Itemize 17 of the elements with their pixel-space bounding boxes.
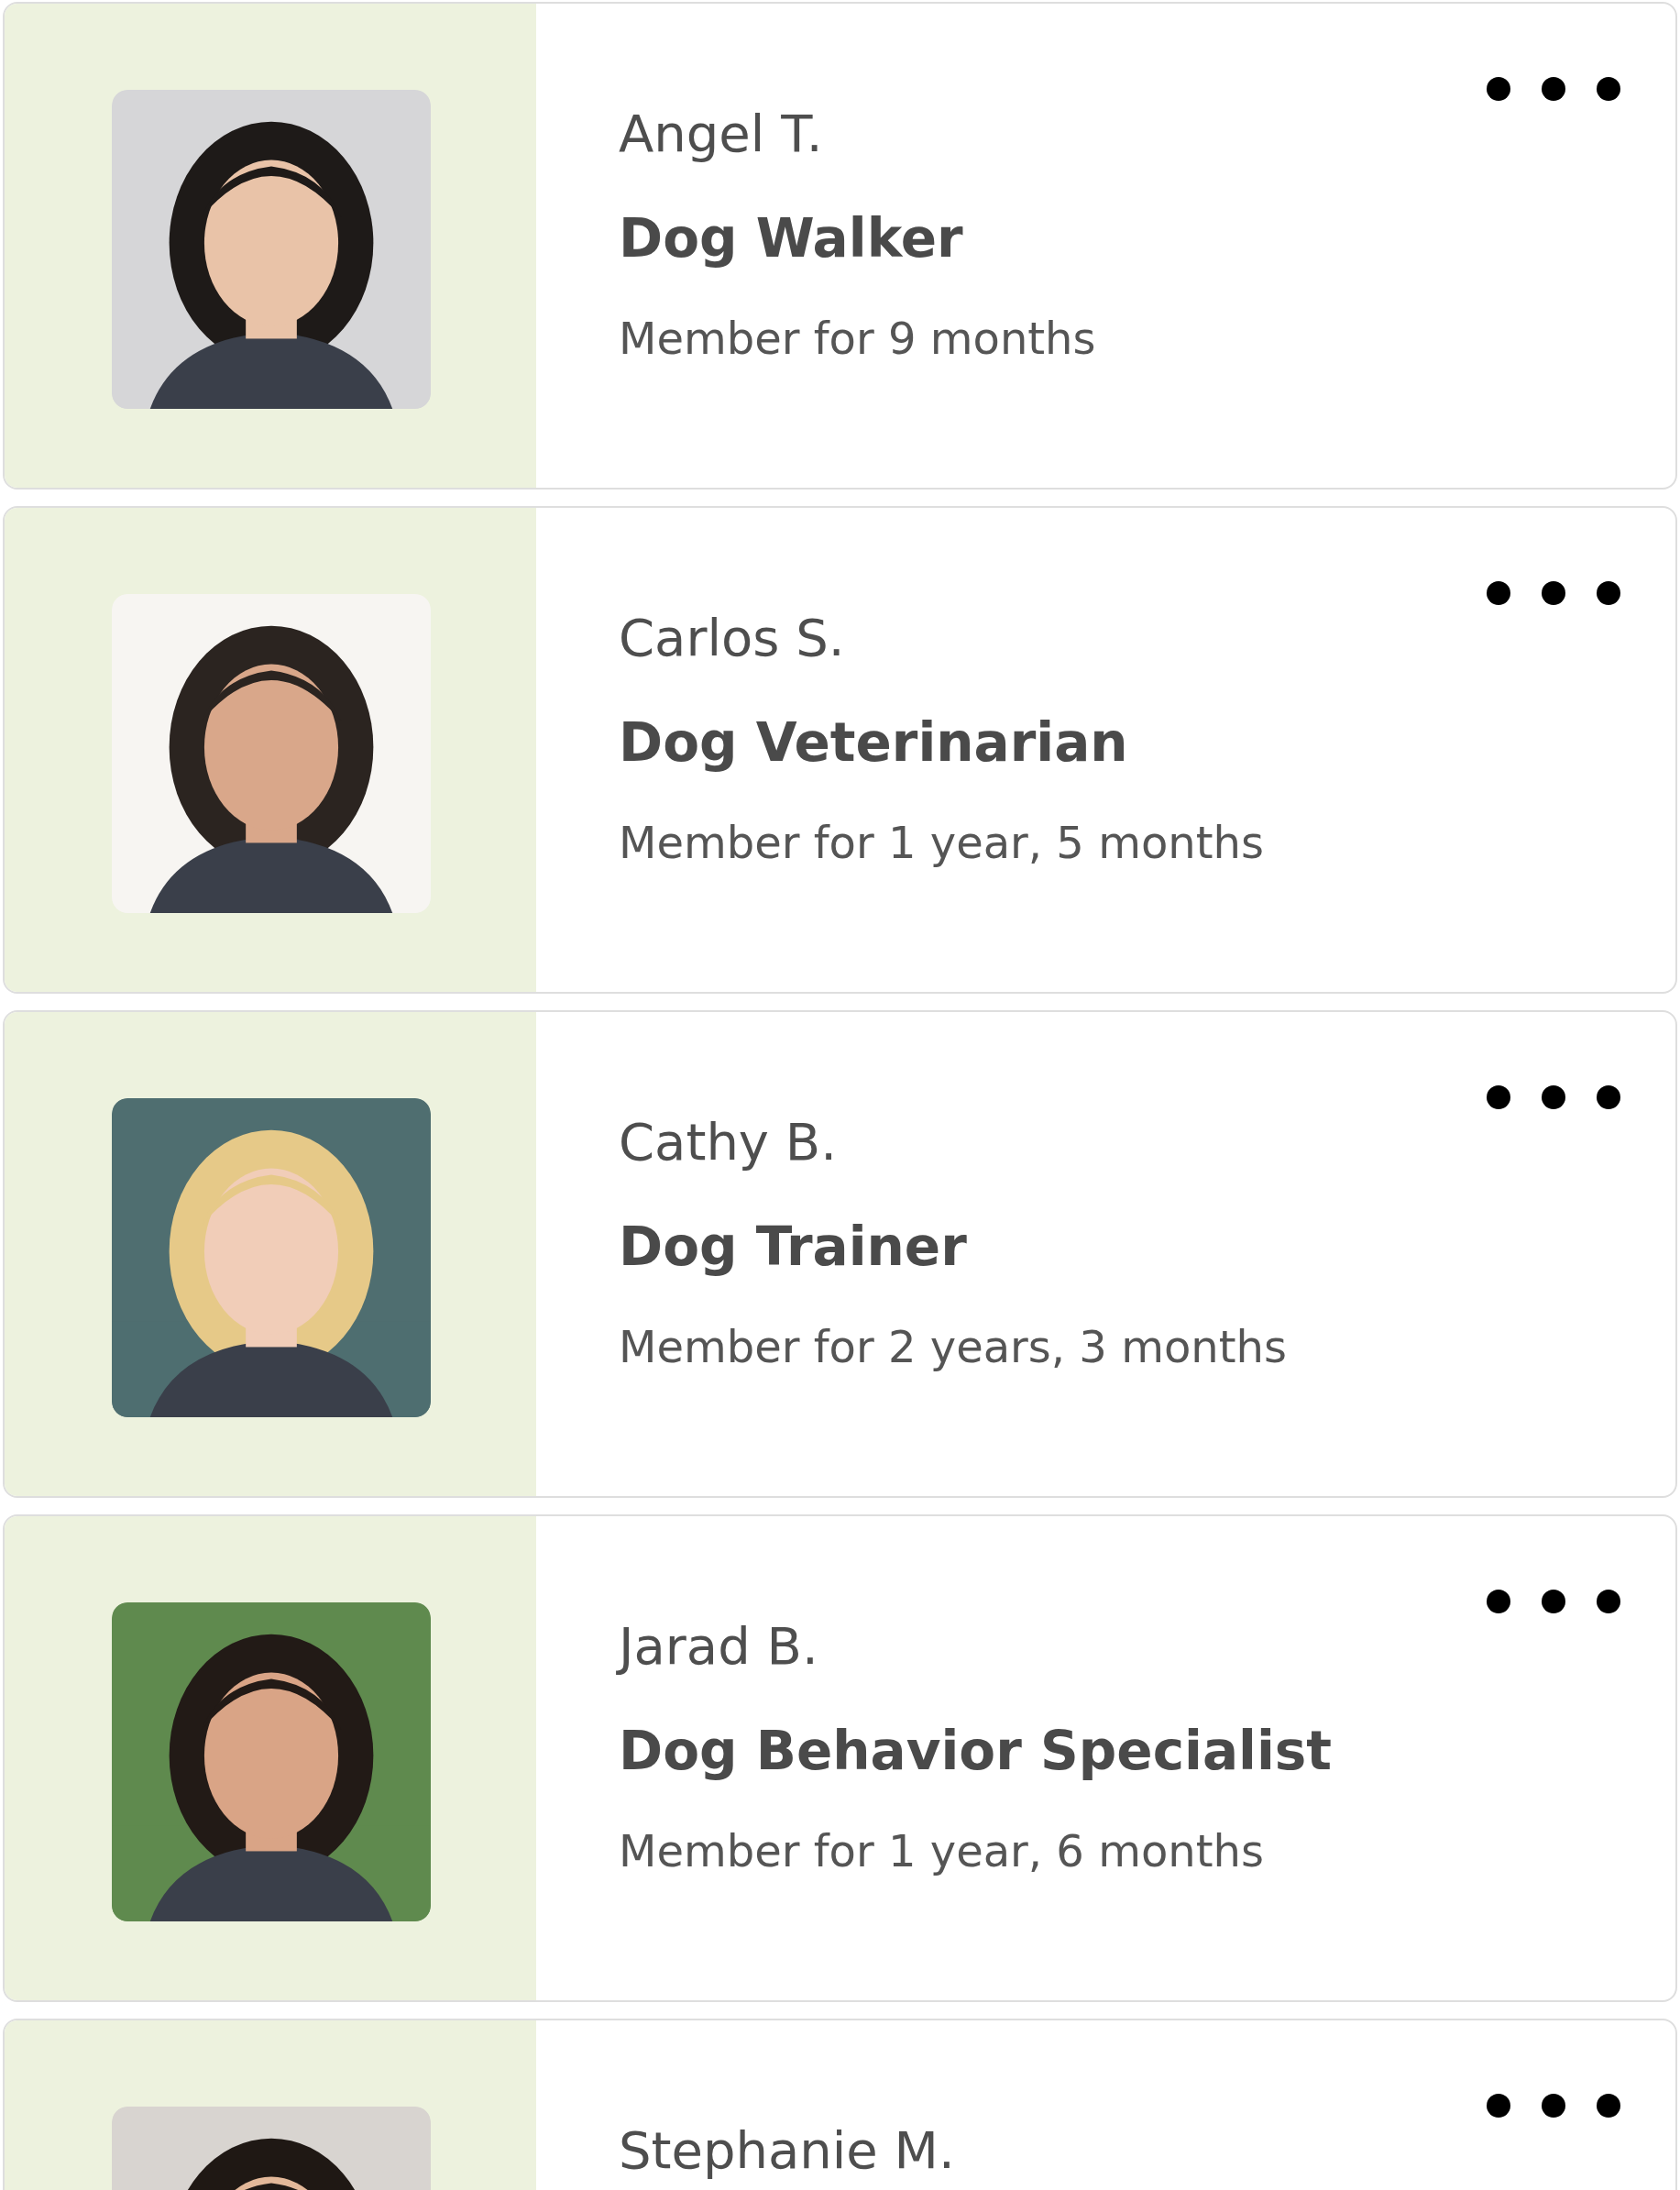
member-name: Angel T.: [619, 103, 824, 165]
member-role: Dog Trainer: [619, 1214, 968, 1280]
member-name: Cathy B.: [619, 1111, 839, 1173]
member-name: Stephanie M.: [619, 2119, 956, 2182]
member-role: Dog Walker: [619, 205, 964, 271]
member-role: Dog Veterinarian: [619, 710, 1129, 776]
more-icon: [1485, 1084, 1622, 1111]
member-tenure: Member for 9 months: [619, 312, 1097, 367]
member-tenure: Member for 2 years, 3 months: [619, 1320, 1288, 1375]
more-icon: [1485, 75, 1622, 103]
more-icon: [1485, 2092, 1622, 2119]
member-tenure: Member for 1 year, 6 months: [619, 1824, 1265, 1879]
more-icon: [1485, 1588, 1622, 1615]
more-icon: [1485, 579, 1622, 607]
member-tenure: Member for 1 year, 5 months: [619, 816, 1265, 871]
member-role: Dog Behavior Specialist: [619, 1718, 1334, 1784]
member-name: Carlos S.: [619, 607, 846, 669]
